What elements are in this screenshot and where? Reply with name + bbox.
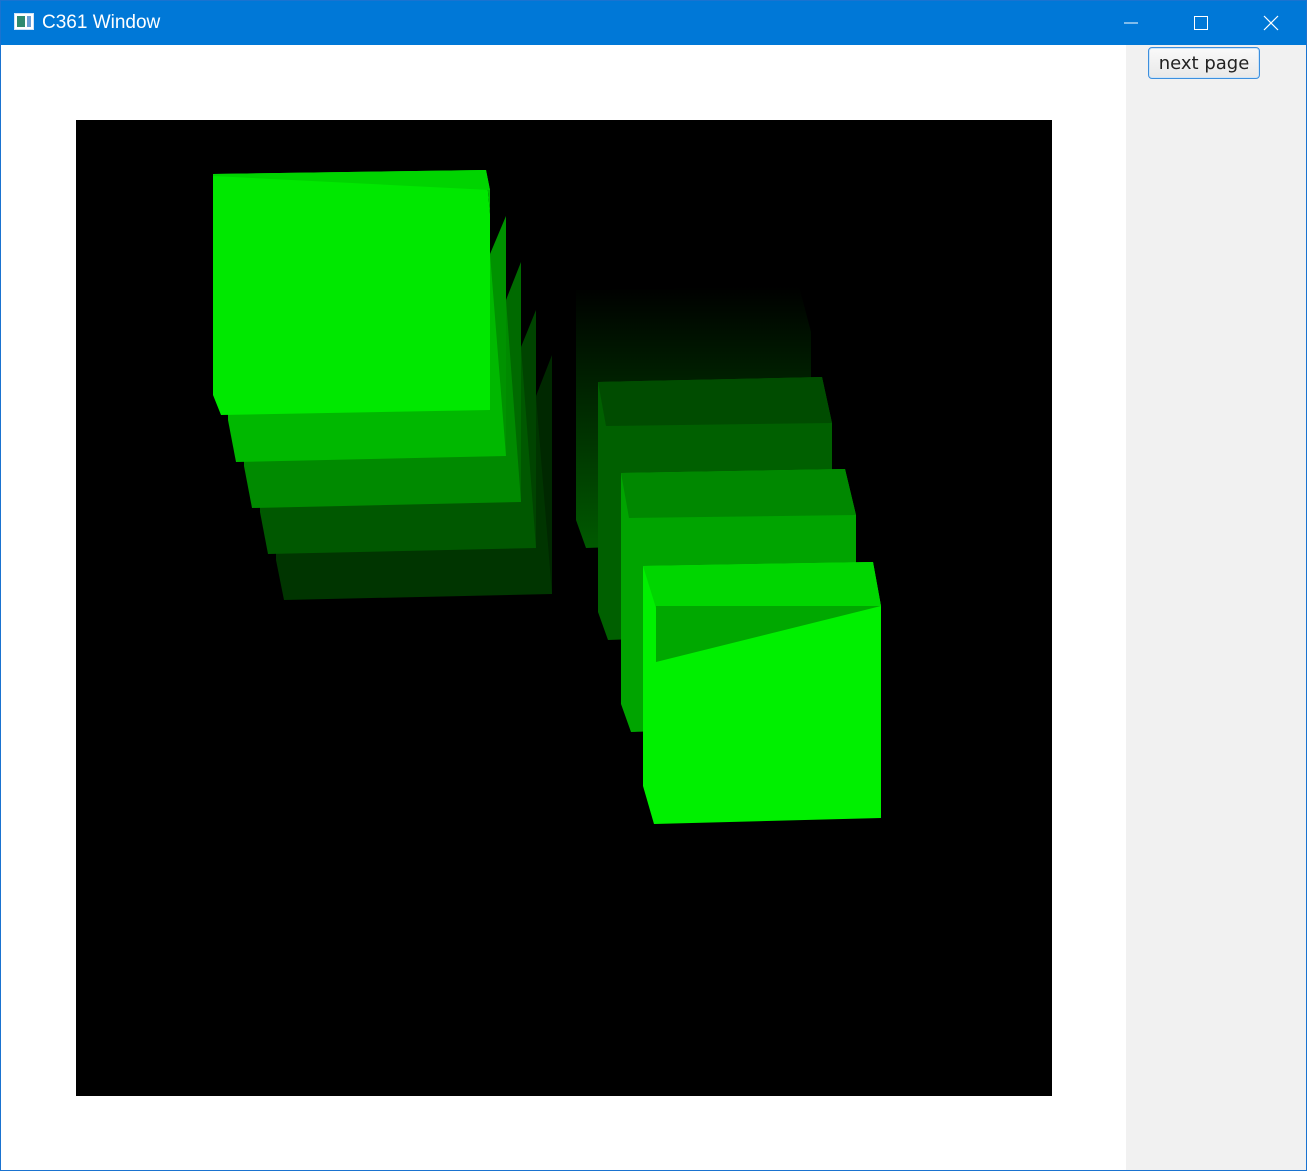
close-button[interactable] — [1236, 1, 1306, 45]
close-icon — [1263, 15, 1279, 31]
control-panel: next page — [1126, 45, 1306, 1170]
render-canvas[interactable] — [76, 120, 1052, 1096]
left-cube-1 — [213, 170, 490, 415]
maximize-icon — [1194, 16, 1208, 30]
minimize-button[interactable] — [1096, 1, 1166, 45]
next-page-button[interactable]: next page — [1148, 47, 1260, 79]
maximize-button[interactable] — [1166, 1, 1236, 45]
app-icon — [14, 13, 34, 30]
right-cube-stack — [576, 286, 881, 824]
app-window: C361 Window next page — [0, 0, 1307, 1171]
minimize-icon — [1124, 22, 1138, 24]
left-cube-stack — [213, 170, 552, 600]
window-title: C361 Window — [42, 12, 161, 33]
client-area: next page — [1, 45, 1306, 1170]
right-cube-1 — [643, 562, 881, 824]
title-bar[interactable]: C361 Window — [1, 1, 1306, 45]
cube-scene — [213, 170, 881, 824]
